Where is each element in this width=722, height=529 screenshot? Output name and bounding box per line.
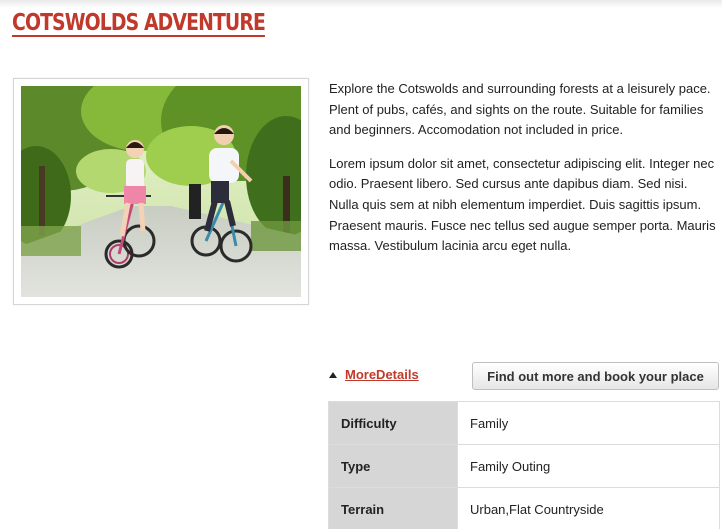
detail-value: Family Outing <box>457 444 720 488</box>
detail-value: Family <box>457 401 720 445</box>
detail-label: Difficulty <box>328 401 458 445</box>
page-title: COTSWOLDS ADVENTURE <box>12 10 266 36</box>
detail-value: Urban,Flat Countryside <box>457 487 720 529</box>
tour-photo <box>13 78 309 305</box>
detail-label: Type <box>328 444 458 488</box>
table-row: Difficulty Family <box>328 401 720 445</box>
detail-label: Terrain <box>328 487 458 529</box>
book-place-button[interactable]: Find out more and book your place <box>472 362 719 390</box>
triangle-up-icon <box>329 371 337 378</box>
top-bar <box>0 0 722 8</box>
more-details-toggle[interactable]: MoreDetails <box>329 367 419 382</box>
tour-photo-image <box>21 86 301 297</box>
page: COTSWOLDS ADVENTURE Explore the Cotswold… <box>0 0 722 529</box>
table-row: Type Family Outing <box>328 444 720 488</box>
table-row: Terrain Urban,Flat Countryside <box>328 487 720 529</box>
description-paragraph: Lorem ipsum dolor sit amet, consectetur … <box>329 155 716 254</box>
more-details-link[interactable]: MoreDetails <box>345 367 419 382</box>
tour-description: Explore the Cotswolds and surrounding fo… <box>329 79 717 270</box>
description-paragraph: Explore the Cotswolds and surrounding fo… <box>329 81 711 138</box>
details-table: Difficulty Family Type Family Outing Ter… <box>328 401 720 529</box>
